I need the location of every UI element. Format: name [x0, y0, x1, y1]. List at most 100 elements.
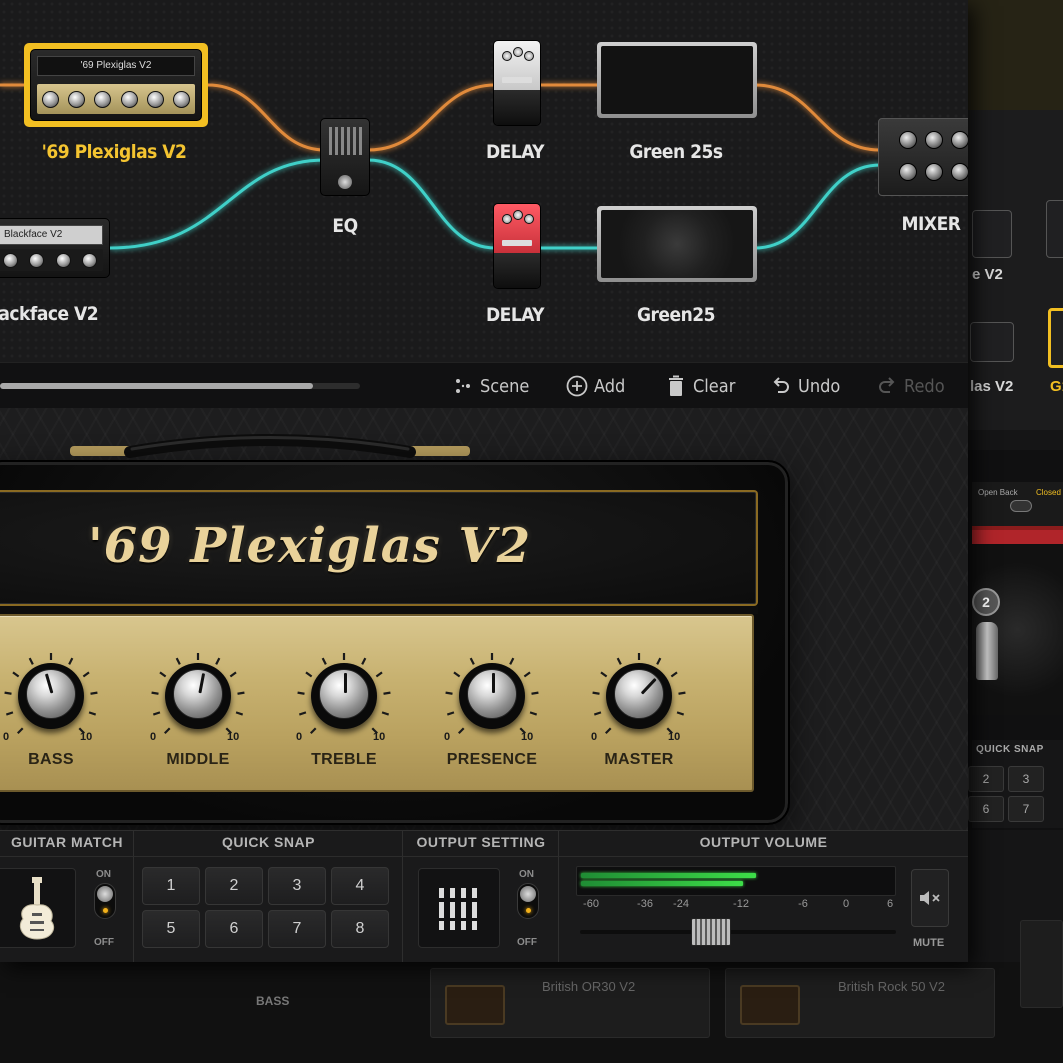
back-chain-amp[interactable] — [970, 322, 1014, 362]
undo-button[interactable]: Undo — [770, 372, 840, 400]
output-setting-button[interactable] — [418, 868, 500, 948]
chain-delay-pedal-bottom[interactable] — [493, 203, 541, 289]
pedal-tag — [502, 240, 532, 246]
scene-label: Scene — [480, 375, 530, 397]
browser-category-bass[interactable]: BASS — [256, 994, 289, 1008]
knob-cap — [319, 669, 369, 719]
guitar-match-switch[interactable] — [94, 883, 116, 919]
knob-tick — [163, 727, 171, 735]
back-quick-snap-button[interactable]: 2 — [968, 766, 1004, 792]
chain-label-eq: EQ — [332, 215, 358, 237]
knob-label: MASTER — [604, 751, 674, 768]
chain-amp-plexiglas-selected[interactable]: '69 Plexiglas V2 — [24, 43, 208, 127]
output-setting-switch[interactable] — [517, 883, 539, 919]
volume-tick-label: -6 — [798, 898, 808, 910]
knob-middle[interactable]: 0 10 MIDDLE — [138, 645, 258, 780]
chain-label-mixer: MIXER — [901, 213, 961, 235]
cab-type-toggle[interactable] — [1010, 500, 1032, 512]
chain-scrollbar[interactable] — [0, 383, 360, 389]
volume-tick-label: -60 — [583, 898, 599, 910]
knob-tick — [4, 691, 12, 695]
knob-label: TREBLE — [311, 751, 377, 768]
knob-label: MIDDLE — [166, 751, 230, 768]
redo-button[interactable]: Redo — [876, 372, 945, 400]
knob-tick — [309, 727, 317, 735]
scene-button[interactable]: Scene — [452, 372, 529, 400]
chain-mixer[interactable] — [878, 118, 968, 196]
back-quick-snap-button[interactable]: 6 — [968, 796, 1004, 822]
quick-snap-button-8[interactable]: 8 — [331, 910, 389, 948]
knob-body[interactable] — [459, 663, 525, 729]
knob-tick — [457, 727, 465, 735]
amp-thumbnail-plate: Blackface V2 — [0, 225, 103, 245]
quick-snap-button-2[interactable]: 2 — [205, 867, 263, 905]
knob-tick — [152, 711, 161, 716]
add-button[interactable]: Add — [566, 372, 625, 400]
mini-knob — [2, 252, 18, 268]
output-setting-icon — [437, 888, 479, 930]
knob-body[interactable] — [165, 663, 231, 729]
knob-pointer — [640, 677, 657, 695]
browser-tile[interactable] — [1020, 920, 1063, 1008]
section-divider — [403, 856, 559, 857]
quick-snap-button-3[interactable]: 3 — [268, 867, 326, 905]
chain-cab-bottom[interactable] — [597, 206, 757, 282]
quick-snap-button-6[interactable]: 6 — [205, 910, 263, 948]
cab-grill — [601, 46, 753, 114]
mini-knob — [94, 90, 112, 108]
knob-tick — [383, 691, 391, 695]
mini-knob — [41, 90, 59, 108]
knob-label: PRESENCE — [446, 751, 538, 768]
output-setting-title: OUTPUT SETTING — [416, 834, 546, 850]
chain-amp-blackface[interactable]: Blackface V2 — [0, 218, 110, 278]
knob-pointer — [198, 673, 206, 694]
back-chain-selected-amp[interactable] — [1048, 308, 1063, 368]
section-divider — [0, 856, 134, 857]
clear-button[interactable]: Clear — [665, 372, 735, 400]
knob-body[interactable] — [606, 663, 672, 729]
knob-tick — [604, 727, 612, 735]
back-chain-label: G1 — [1050, 378, 1063, 395]
quick-snap-button-5[interactable]: 5 — [142, 910, 200, 948]
quick-snap-button-1[interactable]: 1 — [142, 867, 200, 905]
redo-label: Redo — [904, 375, 945, 397]
chain-eq-pedal[interactable] — [320, 118, 370, 196]
knob-body[interactable] — [311, 663, 377, 729]
chain-scrollbar-thumb[interactable] — [0, 383, 314, 389]
guitar-match-off-label: OFF — [94, 937, 114, 948]
guitar-icon — [19, 877, 55, 940]
microphone-icon[interactable] — [976, 622, 998, 680]
back-chain-amp[interactable] — [1046, 200, 1063, 258]
back-quick-snap-button[interactable]: 3 — [1008, 766, 1044, 792]
knob-bass[interactable]: 0 10 BASS — [0, 645, 111, 780]
volume-fader-handle[interactable] — [691, 918, 731, 946]
eq-slider — [347, 127, 350, 155]
cab-option-closed[interactable]: Closed — [1036, 488, 1061, 497]
chain-delay-pedal-top[interactable] — [493, 40, 541, 126]
mute-button[interactable] — [911, 869, 949, 927]
quick-snap-button-4[interactable]: 4 — [331, 867, 389, 905]
chain-cab-top[interactable] — [597, 42, 757, 118]
volume-fader-track[interactable] — [580, 930, 896, 934]
knob-tick — [298, 711, 307, 716]
volume-tick-label: -36 — [637, 898, 653, 910]
knob-body[interactable] — [18, 663, 84, 729]
cab-option-open-back[interactable]: Open Back — [978, 488, 1018, 497]
knob-presence[interactable]: 0 10 PRESENCE — [432, 645, 552, 780]
section-divider — [134, 856, 403, 857]
meter-bar-right — [581, 881, 744, 886]
mixer-knob — [899, 131, 917, 149]
back-chain-amp[interactable] — [972, 210, 1012, 258]
guitar-match-button[interactable] — [0, 868, 76, 948]
knob-tick — [215, 657, 221, 665]
back-quick-snap-button[interactable]: 7 — [1008, 796, 1044, 822]
knob-master[interactable]: 0 10 MASTER — [579, 645, 699, 780]
switch-knob — [97, 886, 113, 902]
back-window-signal-chain: e V2 las V2 G1 — [968, 110, 1063, 430]
knob-label: BASS — [28, 751, 74, 768]
knob-tick — [16, 727, 24, 735]
chain-toolbar: Scene Add Clear Undo Redo — [0, 362, 968, 408]
mic-number-badge[interactable]: 2 — [972, 588, 1000, 616]
quick-snap-button-7[interactable]: 7 — [268, 910, 326, 948]
knob-treble[interactable]: 0 10 TREBLE — [284, 645, 404, 780]
